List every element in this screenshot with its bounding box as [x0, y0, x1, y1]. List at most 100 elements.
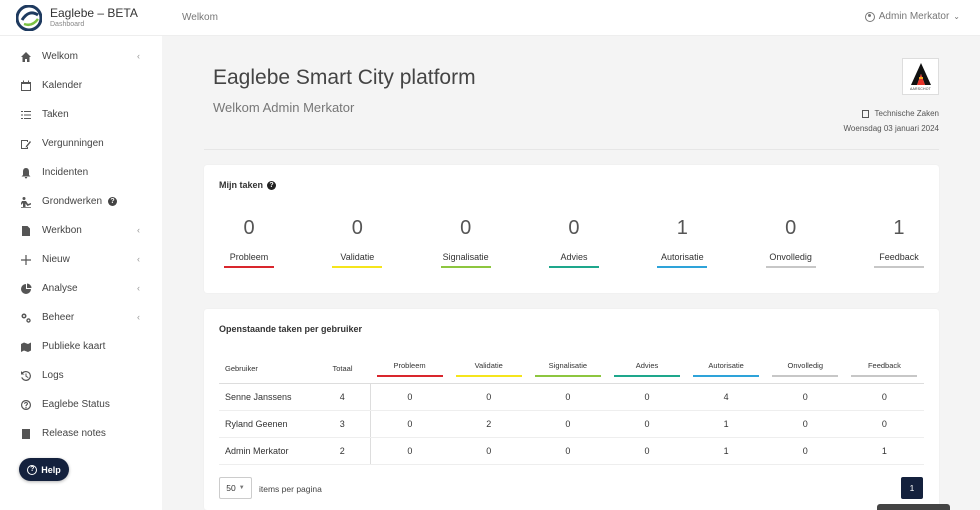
sidebar-item-vergunningen[interactable]: Vergunningen	[0, 129, 162, 158]
stat-autorisatie[interactable]: 1 Autorisatie	[657, 217, 708, 268]
col-color-bar	[772, 374, 839, 377]
page-size-label: items per pagina	[259, 484, 322, 494]
col-onvolledig[interactable]: Onvolledig	[766, 355, 845, 383]
col-validatie[interactable]: Validatie	[449, 355, 528, 383]
col-label: Onvolledig	[787, 360, 823, 370]
task-stats: 0 Probleem 0 Validatie 0 Signalisatie 0 Advies 1…	[224, 217, 924, 268]
sidebar-item-publieke-kaart[interactable]: Publieke kaart	[0, 332, 162, 361]
sidebar-item-release-notes[interactable]: Release notes	[0, 419, 162, 448]
history-icon	[20, 370, 32, 382]
stat-label: Signalisatie	[442, 252, 489, 262]
sidebar-item-logs[interactable]: Logs	[0, 361, 162, 390]
eaglebe-logo-icon	[16, 4, 42, 31]
cell-total: 4	[315, 383, 371, 411]
brand[interactable]: Eaglebe – BETA Dashboard	[0, 0, 162, 36]
table-header-row: Gebruiker Totaal Probleem Validatie Signal…	[219, 355, 924, 383]
cell-signalisatie: 0	[528, 383, 608, 411]
col-advies[interactable]: Advies	[607, 355, 686, 383]
chart-icon	[20, 283, 32, 295]
question-icon[interactable]: ?	[108, 197, 118, 206]
sidebar-item-label: Werkbon	[42, 225, 82, 236]
page-size-value: 50	[226, 483, 236, 493]
sidebar-item-beheer[interactable]: Beheer ‹	[0, 303, 162, 332]
sidebar-item-welkom[interactable]: Welkom ‹	[0, 42, 162, 71]
map-icon	[20, 341, 32, 353]
chevron-left-icon: ‹	[137, 254, 140, 264]
cell-advies: 0	[607, 383, 687, 411]
help-button[interactable]: ? Help	[19, 458, 69, 481]
question-icon[interactable]: ?	[267, 180, 277, 190]
stat-color-bar	[332, 266, 383, 268]
sidebar-item-taken[interactable]: Taken	[0, 100, 162, 129]
cell-total: 3	[315, 410, 371, 438]
stat-label: Onvolledig	[769, 252, 812, 262]
cell-validatie: 0	[449, 383, 529, 411]
stat-label: Autorisatie	[661, 252, 704, 262]
user-name: Admin Merkator	[878, 11, 950, 22]
bottom-overlay-bar	[877, 504, 950, 510]
sidebar: Eaglebe – BETA Dashboard Welkom ‹ Kalender…	[0, 0, 162, 510]
table-row[interactable]: Senne Janssens 4 0 0 0 0 4 0 0	[219, 383, 924, 411]
stat-onvolledig[interactable]: 0 Onvolledig	[765, 217, 816, 268]
app-title: Eaglebe – BETA	[50, 6, 138, 20]
chevron-left-icon: ‹	[137, 51, 140, 61]
sidebar-nav: Welkom ‹ Kalender Taken Vergunningen Incident…	[0, 42, 162, 448]
sidebar-item-label: Beheer	[42, 312, 75, 323]
cell-signalisatie: 0	[528, 410, 608, 438]
sidebar-item-eaglebe-status[interactable]: Eaglebe Status	[0, 390, 162, 419]
col-label: Autorisatie	[708, 360, 744, 370]
page-header: Eaglebe Smart City platform Welkom Admin…	[213, 66, 476, 115]
col-user[interactable]: Gebruiker	[219, 355, 315, 383]
cell-probleem: 0	[370, 383, 450, 411]
caret-down-icon: ▼	[238, 485, 245, 491]
cell-probleem: 0	[370, 410, 450, 438]
sidebar-item-werkbon[interactable]: Werkbon ‹	[0, 216, 162, 245]
stat-color-bar	[657, 266, 708, 268]
sidebar-item-label: Logs	[42, 370, 64, 381]
sidebar-item-label: Release notes	[42, 428, 106, 439]
cell-autorisatie: 4	[686, 383, 766, 411]
col-color-bar	[455, 374, 522, 377]
stat-feedback[interactable]: 1 Feedback	[873, 217, 924, 268]
city-logo: AARSCHOT	[902, 58, 939, 95]
sidebar-item-analyse[interactable]: Analyse ‹	[0, 274, 162, 303]
sidebar-item-kalender[interactable]: Kalender	[0, 71, 162, 100]
task-list-icon	[20, 109, 32, 121]
stat-signalisatie[interactable]: 0 Signalisatie	[440, 217, 491, 268]
col-total[interactable]: Totaal	[315, 355, 370, 383]
chevron-left-icon: ‹	[137, 225, 140, 235]
cell-validatie: 0	[449, 437, 529, 465]
department-label: Technische Zaken	[874, 109, 939, 118]
home-icon	[20, 51, 32, 63]
col-signalisatie[interactable]: Signalisatie	[528, 355, 607, 383]
col-color-bar	[851, 374, 918, 377]
stat-value: 1	[676, 217, 688, 239]
chevron-down-icon: ⌄	[953, 12, 960, 21]
table-row[interactable]: Ryland Geenen 3 0 2 0 0 1 0 0	[219, 410, 924, 438]
stat-probleem[interactable]: 0 Probleem	[224, 217, 274, 268]
table-row[interactable]: Admin Merkator 2 0 0 0 0 1 0 1	[219, 437, 924, 465]
sidebar-item-label: Grondwerken	[42, 196, 103, 207]
col-probleem[interactable]: Probleem	[370, 355, 449, 383]
stat-value: 0	[351, 217, 363, 239]
sidebar-item-nieuw[interactable]: Nieuw ‹	[0, 245, 162, 274]
user-menu[interactable]: Admin Merkator ⌄	[864, 11, 960, 22]
stat-label: Validatie	[340, 252, 375, 262]
page-size-select[interactable]: 50 ▼	[219, 477, 252, 499]
sidebar-item-grondwerken[interactable]: Grondwerken?	[0, 187, 162, 216]
col-label: Probleem	[393, 360, 426, 370]
stat-validatie[interactable]: 0 Validatie	[332, 217, 383, 268]
col-label: Feedback	[867, 360, 901, 370]
page-button-1[interactable]: 1	[901, 477, 923, 499]
sidebar-item-incidenten[interactable]: Incidenten	[0, 158, 162, 187]
col-autorisatie[interactable]: Autorisatie	[687, 355, 766, 383]
stat-advies[interactable]: 0 Advies	[548, 217, 599, 268]
notes-icon	[20, 428, 32, 440]
col-feedback[interactable]: Feedback	[845, 355, 924, 383]
chevron-left-icon: ‹	[137, 283, 140, 293]
sidebar-item-label: Kalender	[42, 80, 83, 91]
cell-advies: 0	[607, 437, 687, 465]
sidebar-item-label: Nieuw	[42, 254, 70, 265]
stat-value: 0	[243, 217, 255, 239]
digging-icon	[20, 196, 32, 208]
